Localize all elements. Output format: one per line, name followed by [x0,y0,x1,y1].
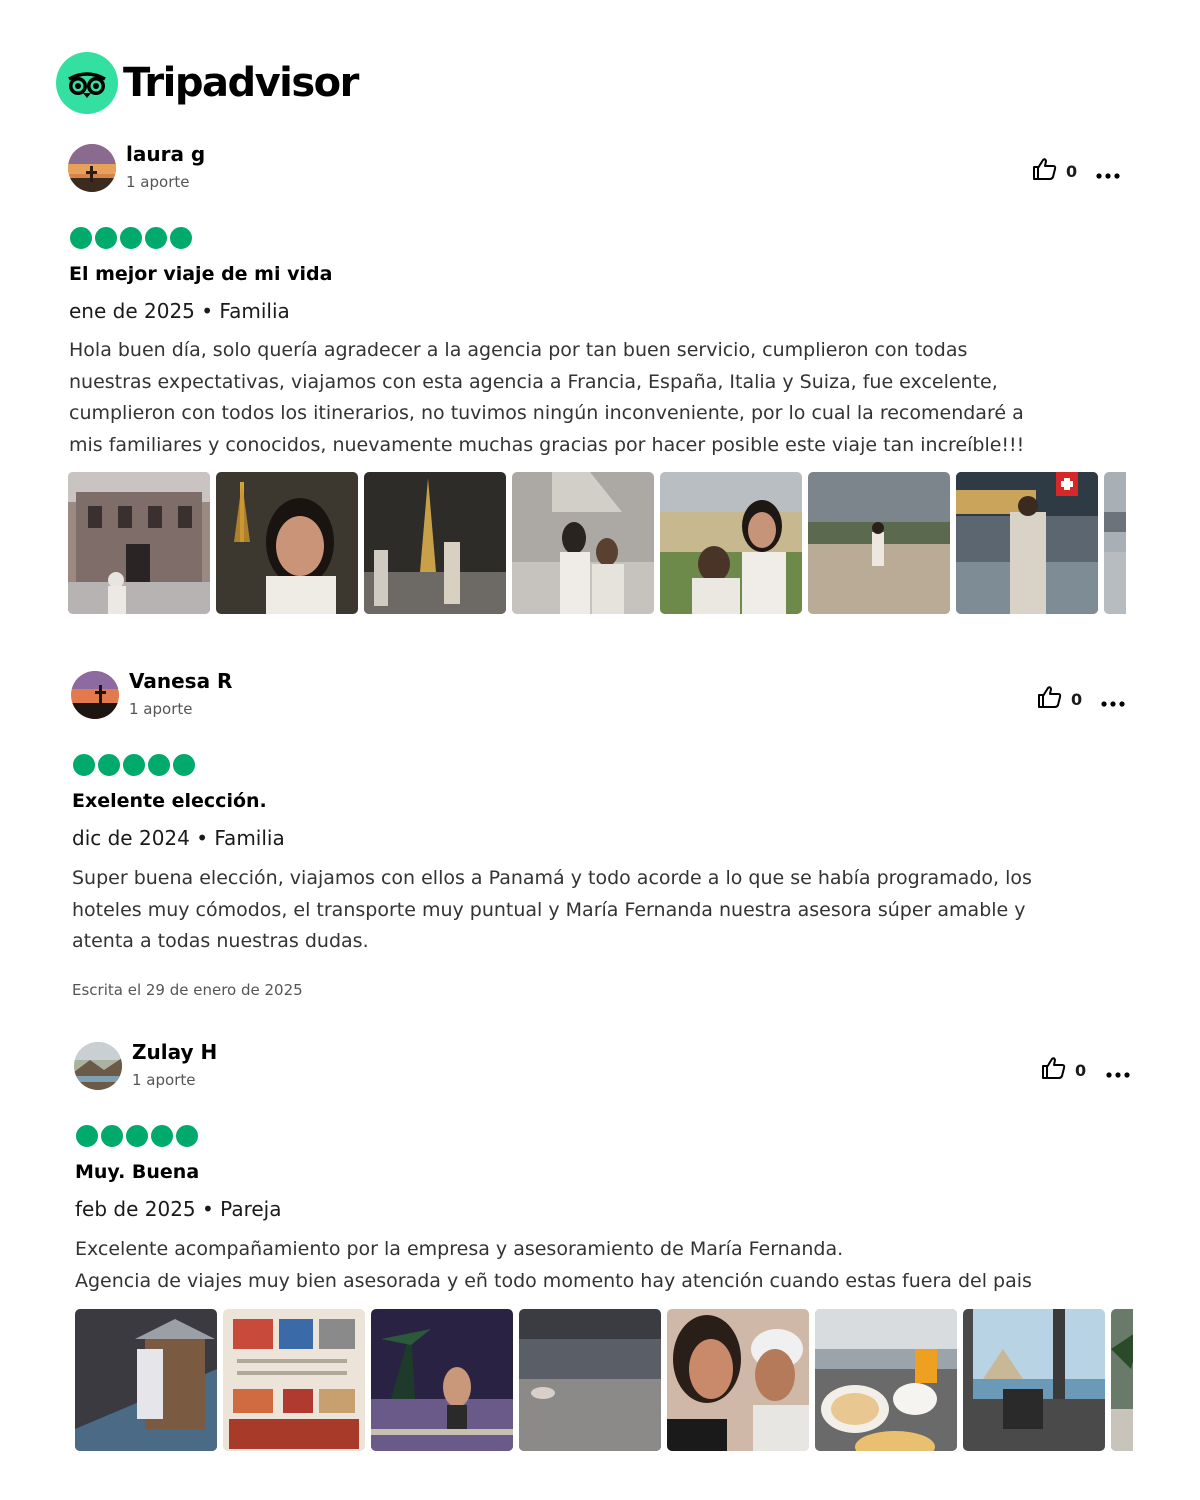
more-icon [1096,173,1120,179]
photo-strip[interactable] [75,1309,1133,1451]
more-options-button[interactable] [1101,693,1125,712]
review-photo[interactable] [216,472,358,614]
contribution-count: 1 aporte [132,1071,196,1089]
rating-bubble-icon [98,754,120,776]
review-text: Super buena elección, viajamos con ellos… [72,863,1032,958]
review-text-line: nuestras expectativas, viajamos con esta… [69,370,998,393]
rating-bubble-icon [173,754,195,776]
rating-bubble-icon [123,754,145,776]
review-text-line: cumplieron con todos los itinerarios, no… [69,402,1024,424]
review-photo[interactable] [223,1309,365,1451]
rating-bubble-icon [126,1125,148,1147]
rating-bubble-icon [95,227,117,249]
review-text-line: hoteles muy cómodos, el transporte muy p… [72,898,1026,921]
contribution-count: 1 aporte [129,700,193,718]
review-photo[interactable] [956,472,1098,614]
rating-bubble-icon [148,754,170,776]
trip-type: Familia [219,299,290,323]
review-text: Hola buen día, solo quería agradecer a l… [69,335,1024,461]
rating-bubble-icon [73,754,95,776]
rating-bubble-icon [101,1125,123,1147]
review-text-line: mis familiares y conocidos, nuevamente m… [69,433,1025,456]
photo-strip[interactable] [68,472,1126,614]
avatar[interactable] [71,671,119,719]
helpful-vote-button[interactable]: 0 [1041,1056,1086,1084]
contribution-count: 1 aporte [126,173,190,191]
helpful-count: 0 [1066,161,1078,181]
review-photo[interactable] [1111,1309,1133,1451]
review-text-line: Agencia de viajes muy bien asesorada y e… [75,1269,1032,1292]
meta-separator: • [196,826,209,850]
meta-separator: • [201,299,214,323]
owl-eyes-icon [56,52,118,114]
rating-bubbles [70,227,195,249]
reviewer-name[interactable]: Vanesa R [129,669,232,693]
review-photo[interactable] [512,472,654,614]
helpful-count: 0 [1075,1060,1087,1080]
avatar[interactable] [74,1042,122,1090]
thumbs-up-icon [1037,685,1063,713]
review-photo[interactable] [68,472,210,614]
review-text-line: atenta a todas nuestras dudas. [72,930,369,952]
review-text-line: Excelente acompañamiento por la empresa … [75,1238,844,1260]
rating-bubble-icon [120,227,142,249]
review-photo[interactable] [660,472,802,614]
avatar[interactable] [68,144,116,192]
rating-bubble-icon [176,1125,198,1147]
review-photo[interactable] [667,1309,809,1451]
review-photo[interactable] [519,1309,661,1451]
rating-bubble-icon [70,227,92,249]
review-photo[interactable] [371,1309,513,1451]
thumbs-up-icon [1041,1056,1067,1084]
rating-bubble-icon [151,1125,173,1147]
review-photo[interactable] [1104,472,1126,614]
trip-info: feb de 2025 • Pareja [75,1197,282,1221]
review-photo[interactable] [364,472,506,614]
more-icon [1106,1072,1130,1078]
written-date: Escrita el 29 de enero de 2025 [72,981,303,999]
trip-type: Pareja [220,1197,282,1221]
more-options-button[interactable] [1096,165,1120,184]
review-title[interactable]: El mejor viaje de mi vida [69,263,332,285]
more-options-button[interactable] [1106,1064,1130,1083]
trip-type: Familia [214,826,285,850]
review-photo[interactable] [75,1309,217,1451]
brand-name: Tripadvisor [123,60,359,106]
rating-bubble-icon [76,1125,98,1147]
helpful-vote-button[interactable]: 0 [1032,157,1077,185]
review-text-line: Hola buen día, solo quería agradecer a l… [69,339,968,361]
trip-date: feb de 2025 [75,1197,196,1221]
rating-bubble-icon [145,227,167,249]
helpful-vote-button[interactable]: 0 [1037,685,1082,713]
review-text: Excelente acompañamiento por la empresa … [75,1234,1032,1297]
review-photo[interactable] [808,472,950,614]
trip-info: ene de 2025 • Familia [69,299,290,323]
review-title[interactable]: Muy. Buena [75,1161,199,1183]
trip-info: dic de 2024 • Familia [72,826,285,850]
review-photo[interactable] [963,1309,1105,1451]
helpful-count: 0 [1071,689,1083,709]
more-icon [1101,701,1125,707]
thumbs-up-icon [1032,157,1058,185]
review-title[interactable]: Exelente elección. [72,790,267,812]
rating-bubbles [73,754,198,776]
trip-date: ene de 2025 [69,299,195,323]
review-text-line: Super buena elección, viajamos con ellos… [72,867,1032,889]
meta-separator: • [202,1197,214,1221]
rating-bubbles [76,1125,201,1147]
rating-bubble-icon [170,227,192,249]
trip-date: dic de 2024 [72,826,190,850]
reviewer-name[interactable]: Zulay H [132,1040,217,1064]
tripadvisor-logo[interactable]: Tripadvisor [56,52,359,114]
reviewer-name[interactable]: laura g [126,142,205,166]
review-photo[interactable] [815,1309,957,1451]
